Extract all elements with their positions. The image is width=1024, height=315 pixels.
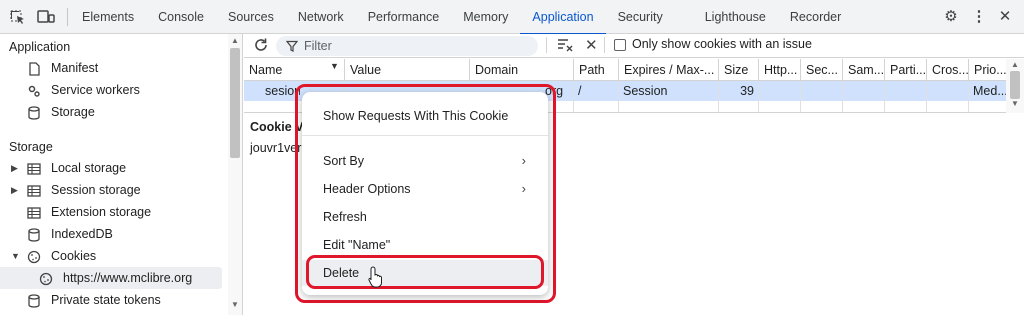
sidebar-scrollbar[interactable]: ▲ ▼ (228, 34, 242, 315)
sidebar-item-cookie-site[interactable]: https://www.mclibre.org (0, 267, 222, 289)
cell-expires: Session (623, 84, 668, 98)
application-sidebar: Application Manifest Service workers Sto… (0, 34, 243, 315)
sidebar-item-service-workers[interactable]: Service workers (0, 79, 228, 101)
sidebar-item-local-storage[interactable]: ▶ Local storage (0, 157, 228, 179)
device-toolbar-icon[interactable] (37, 9, 55, 25)
tab-security[interactable]: Security (606, 0, 693, 34)
cookies-table-header: Name ▼ Value Domain Path Expires / Max-.… (244, 59, 1006, 81)
toolbar-separator (604, 37, 605, 53)
sidebar-item-cookies[interactable]: ▼ Cookies (0, 245, 228, 267)
menu-item-sort-by[interactable]: Sort By › (302, 148, 548, 174)
cell-priority: Med... (973, 84, 1006, 98)
column-header-cross-site[interactable]: Cros... (926, 59, 968, 81)
column-header-expires[interactable]: Expires / Max-... (618, 59, 718, 81)
sidebar-item-extension-storage[interactable]: Extension storage (0, 201, 228, 223)
column-header-httponly[interactable]: Http... (758, 59, 800, 81)
scroll-up-arrow-icon[interactable]: ▲ (230, 36, 240, 45)
cookie-icon (27, 249, 41, 264)
mouse-pointer-icon (368, 266, 384, 290)
cookie-icon (39, 271, 53, 286)
storage-heading: Storage (9, 140, 53, 154)
table-grid-icon (27, 161, 41, 175)
tab-application[interactable]: Application (520, 0, 606, 35)
toolbar-separator (546, 37, 547, 53)
more-options-icon[interactable]: ⋮ (970, 8, 988, 26)
scrollbar-thumb[interactable] (230, 48, 240, 158)
chevron-right-icon: › (521, 181, 526, 196)
tab-performance[interactable]: Performance (356, 0, 452, 34)
expand-arrow-icon[interactable]: ▶ (11, 157, 21, 179)
devtools-tab-bar: Elements Console Sources Network Perform… (0, 0, 1024, 35)
sidebar-item-manifest[interactable]: Manifest (0, 57, 228, 79)
database-icon (27, 105, 41, 120)
clear-filtered-cookies-icon[interactable] (557, 37, 573, 53)
column-header-secure[interactable]: Sec... (800, 59, 842, 81)
database-icon (27, 293, 41, 308)
close-icon[interactable]: ✕ (996, 8, 1014, 26)
column-header-path[interactable]: Path (573, 59, 618, 81)
cookie-value-text: jouvr1ver (250, 141, 302, 155)
refresh-icon[interactable] (252, 36, 270, 54)
menu-item-show-requests[interactable]: Show Requests With This Cookie (302, 103, 548, 129)
delete-highlight-outline (306, 255, 544, 289)
column-header-name[interactable]: Name (244, 59, 344, 81)
settings-gear-icon[interactable]: ⚙ (942, 8, 960, 26)
toolbar-separator (67, 8, 68, 26)
sidebar-item-private-state-tokens[interactable]: Private state tokens (0, 289, 228, 311)
column-header-partition-key[interactable]: Parti... (884, 59, 926, 81)
only-issues-checkbox[interactable] (614, 39, 626, 51)
inspect-element-icon[interactable] (9, 9, 27, 25)
filter-icon (285, 40, 299, 52)
menu-item-refresh[interactable]: Refresh (302, 204, 548, 230)
cell-name: sesion (265, 84, 300, 98)
cell-size: 39 (740, 84, 754, 98)
document-icon (27, 61, 41, 76)
column-header-samesite[interactable]: Sam... (842, 59, 884, 81)
scroll-up-arrow-icon[interactable]: ▲ (1010, 60, 1020, 69)
tab-memory[interactable]: Memory (451, 0, 520, 34)
database-icon (27, 227, 41, 242)
application-heading: Application (9, 40, 71, 54)
sidebar-item-indexeddb[interactable]: IndexedDB (0, 223, 228, 245)
column-header-domain[interactable]: Domain (469, 59, 573, 81)
column-header-priority[interactable]: Prio... (968, 59, 1006, 81)
gears-icon (27, 83, 41, 97)
delete-all-cookies-icon[interactable]: ✕ (585, 36, 598, 54)
only-issues-label: Only show cookies with an issue (632, 37, 812, 51)
table-scrollbar[interactable]: ▲ ▼ (1006, 59, 1024, 113)
tab-lighthouse[interactable]: Lighthouse (693, 0, 778, 34)
tab-sources[interactable]: Sources (216, 0, 286, 34)
column-header-value[interactable]: Value (344, 59, 469, 81)
tab-elements[interactable]: Elements (70, 0, 146, 34)
chevron-right-icon: › (521, 153, 526, 168)
expand-arrow-icon[interactable]: ▶ (11, 179, 21, 201)
sort-descending-icon: ▼ (330, 61, 339, 71)
tab-recorder[interactable]: Recorder (778, 0, 853, 34)
filter-placeholder: Filter (304, 39, 332, 53)
scroll-down-arrow-icon[interactable]: ▼ (230, 300, 240, 309)
tab-console[interactable]: Console (146, 0, 216, 34)
collapse-arrow-icon[interactable]: ▼ (11, 245, 21, 267)
sidebar-item-storage[interactable]: Storage (0, 101, 228, 123)
table-grid-icon (27, 183, 41, 197)
table-grid-icon (27, 205, 41, 219)
scrollbar-thumb[interactable] (1010, 71, 1020, 99)
column-header-size[interactable]: Size (718, 59, 758, 81)
filter-input[interactable]: Filter (276, 36, 538, 56)
sidebar-item-session-storage[interactable]: ▶ Session storage (0, 179, 228, 201)
cell-path: / (578, 84, 582, 98)
scroll-down-arrow-icon[interactable]: ▼ (1010, 99, 1020, 108)
menu-separator (302, 135, 548, 136)
tab-network[interactable]: Network (286, 0, 356, 34)
menu-item-header-options[interactable]: Header Options › (302, 176, 548, 202)
